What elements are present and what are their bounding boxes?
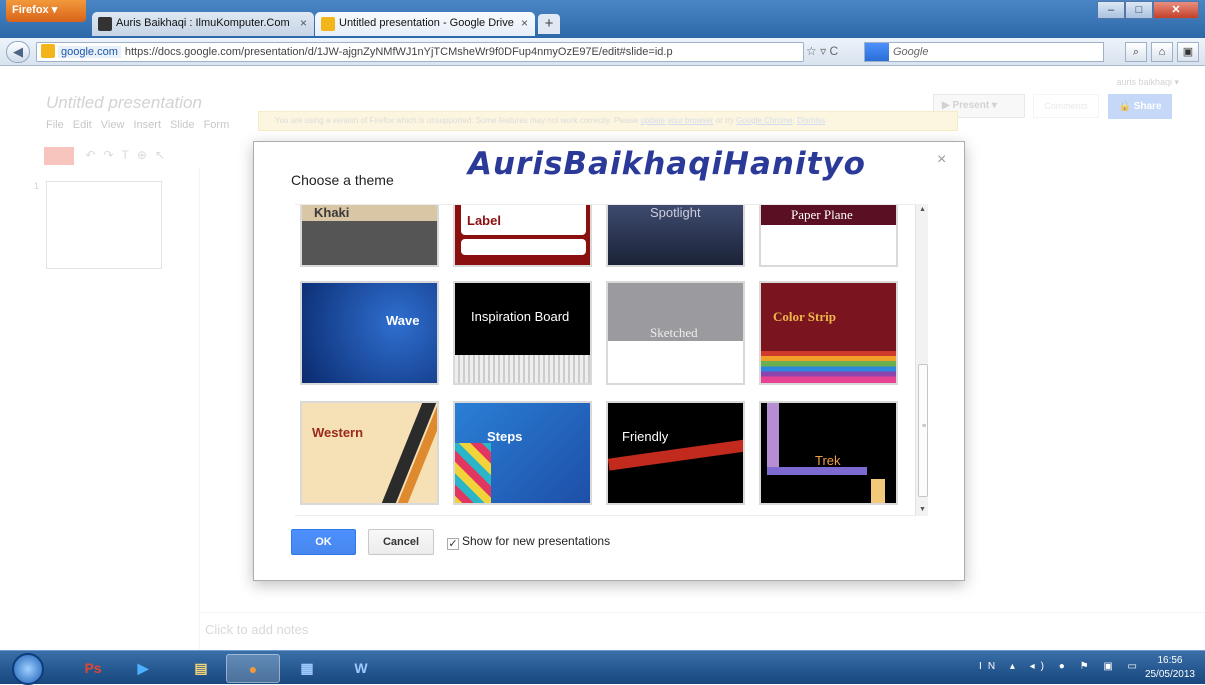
nav-toolbar-right: ⌕ ⌂ ▣ — [1125, 42, 1199, 62]
media-player-icon[interactable]: ▶ — [116, 654, 170, 683]
theme-western[interactable]: Western — [300, 401, 439, 505]
site-favicon-icon — [41, 44, 55, 58]
theme-label: Steps — [487, 429, 523, 444]
grip-icon: ≡ — [922, 423, 927, 430]
bookmark-star-icon[interactable]: ☆ ▿ C — [806, 44, 838, 58]
windows-taskbar: Ps ▶ ▤ ● ▦ W IN ▴ ◂) ● ⚑ ▣ ▭ 16:56 25/05… — [0, 650, 1205, 685]
browser-titlebar: Firefox ▾ Auris Baikhaqi : IlmuKomputer.… — [0, 0, 1205, 38]
theme-trek[interactable]: Trek — [759, 401, 898, 505]
theme-spotlight[interactable]: Spotlight — [606, 205, 745, 267]
theme-khaki[interactable]: Khaki — [300, 205, 439, 267]
back-arrow-icon[interactable]: ◀ — [6, 41, 30, 63]
show-checkbox-label: Show for new presentations — [462, 534, 611, 548]
ikc-favicon-icon — [98, 17, 112, 31]
theme-steps[interactable]: Steps — [453, 401, 592, 505]
firefox-menu-label: Firefox — [12, 4, 49, 16]
taskbar-clock[interactable]: 16:56 25/05/2013 — [1145, 654, 1195, 682]
theme-label: Spotlight — [650, 205, 701, 220]
maximize-icon[interactable]: □ — [1125, 1, 1153, 19]
tab-google-drive[interactable]: Untitled presentation - Google Drive × — [315, 12, 535, 36]
search-placeholder: Google — [893, 46, 929, 58]
show-for-new-checkbox[interactable]: ✓ Show for new presentations — [447, 534, 610, 550]
address-bar[interactable]: google.com https://docs.google.com/presen… — [36, 42, 804, 62]
theme-label: Friendly — [622, 429, 669, 444]
watermark-text: AurisBaikhaqiHanityo — [468, 146, 866, 182]
theme-label: Western — [312, 425, 364, 440]
theme-inspiration-board[interactable]: Inspiration Board — [453, 281, 592, 385]
search-icon[interactable]: ⌕ — [1125, 42, 1147, 62]
search-box[interactable]: Google — [864, 42, 1104, 62]
url-domain: google.com — [58, 46, 121, 58]
cancel-button[interactable]: Cancel — [368, 529, 434, 555]
tab-label: Untitled presentation - Google Drive — [339, 17, 514, 29]
theme-label-theme[interactable]: Label — [453, 205, 592, 267]
theme-label: Wave — [386, 313, 420, 328]
theme-paper-plane[interactable]: Paper Plane — [759, 205, 898, 267]
minimize-icon[interactable]: – — [1097, 1, 1125, 19]
home-icon[interactable]: ⌂ — [1151, 42, 1173, 62]
checkmark-icon[interactable]: ✓ — [447, 538, 459, 550]
theme-label: Paper Plane — [791, 207, 853, 222]
google-search-engine-icon[interactable] — [865, 43, 889, 61]
window-controls: – □ ✕ — [1097, 1, 1199, 19]
close-window-icon[interactable]: ✕ — [1153, 1, 1199, 19]
file-explorer-icon[interactable]: ▤ — [174, 654, 228, 683]
clock-time: 16:56 — [1157, 655, 1183, 666]
clock-date: 25/05/2013 — [1144, 669, 1195, 680]
theme-scrollbar[interactable]: ▲ ≡ ▼ — [915, 204, 928, 516]
theme-label: Color Strip — [773, 309, 836, 324]
addon-icon[interactable]: ▣ — [1177, 42, 1199, 62]
tab-label: Auris Baikhaqi : IlmuKomputer.Com — [116, 17, 290, 29]
ok-button[interactable]: OK — [291, 529, 356, 555]
choose-theme-dialog: Choose a theme AurisBaikhaqiHanityo × Kh… — [253, 141, 965, 581]
scrollbar-thumb[interactable]: ≡ — [918, 364, 928, 497]
close-icon[interactable]: × — [937, 151, 946, 169]
slides-favicon-icon — [321, 17, 335, 31]
firefox-menu-button[interactable]: Firefox ▾ — [6, 0, 86, 22]
theme-friendly[interactable]: Friendly — [606, 401, 745, 505]
language-indicator[interactable]: IN — [979, 661, 1001, 672]
start-button-icon[interactable] — [12, 653, 44, 685]
tab-ilmukomputer[interactable]: Auris Baikhaqi : IlmuKomputer.Com × — [92, 12, 314, 36]
theme-grid: Khaki Label Spotlight Paper Plane Wave I… — [295, 204, 915, 516]
theme-sketched[interactable]: Sketched — [606, 281, 745, 385]
theme-label: Inspiration Board — [471, 309, 570, 324]
word-icon[interactable]: W — [334, 654, 388, 683]
theme-label: Label — [467, 213, 501, 228]
url-text: https://docs.google.com/presentation/d/1… — [124, 46, 673, 58]
window-switcher-icon[interactable]: ▦ — [280, 654, 334, 683]
theme-wave[interactable]: Wave — [300, 281, 439, 385]
scroll-down-icon[interactable]: ▼ — [916, 504, 929, 516]
system-tray: IN ▴ ◂) ● ⚑ ▣ ▭ — [979, 661, 1143, 672]
new-tab-button[interactable]: + — [538, 14, 560, 34]
theme-label: Khaki — [314, 205, 350, 220]
theme-label: Sketched — [650, 325, 698, 340]
scroll-up-icon[interactable]: ▲ — [916, 204, 929, 216]
dialog-title: Choose a theme — [291, 172, 394, 188]
theme-label: Trek — [815, 453, 841, 468]
photoshop-icon[interactable]: Ps — [66, 654, 120, 683]
navigation-bar: ◀ google.com https://docs.google.com/pres… — [0, 38, 1205, 66]
theme-color-strip[interactable]: Color Strip — [759, 281, 898, 385]
tab-close-icon[interactable]: × — [300, 16, 307, 30]
firefox-taskbar-icon[interactable]: ● — [226, 654, 280, 683]
tab-close-icon[interactable]: × — [521, 16, 528, 30]
